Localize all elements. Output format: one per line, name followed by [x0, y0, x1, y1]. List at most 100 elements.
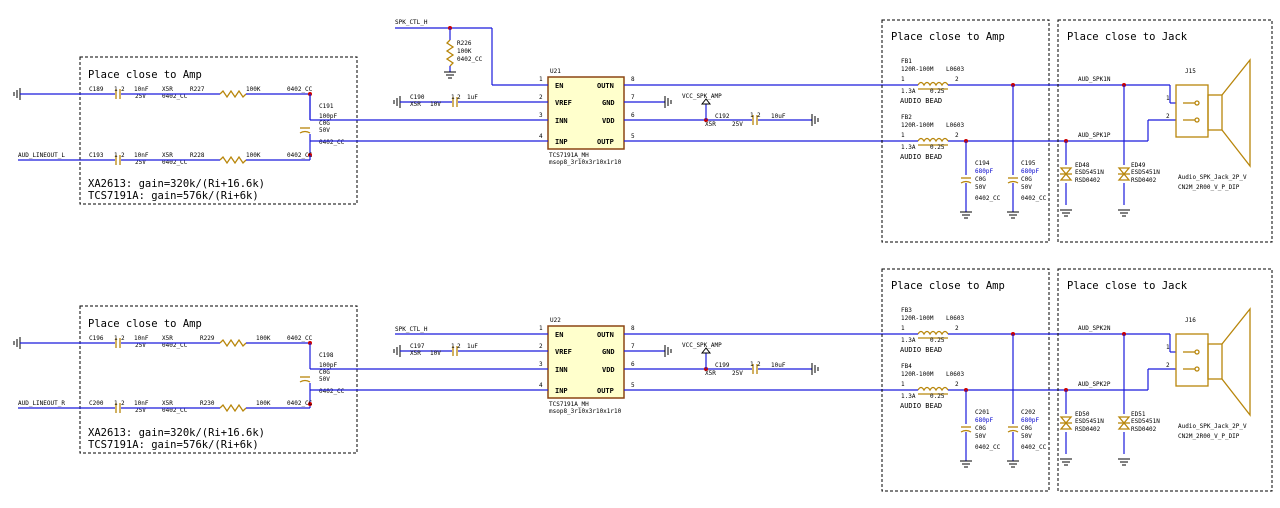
svg-text:2: 2: [121, 400, 125, 407]
u22-ref: U22: [550, 317, 561, 324]
svg-text:EN: EN: [555, 82, 563, 90]
r228-ref: R228: [190, 152, 205, 159]
svg-text:OUTN: OUTN: [597, 331, 614, 339]
svg-text:5: 5: [631, 133, 635, 140]
svg-text:100K: 100K: [457, 48, 472, 55]
svg-text:680pF: 680pF: [1021, 168, 1039, 175]
lineout-l-net: AUD_LINEOUT_L: [18, 152, 65, 159]
svg-text:2: 2: [121, 152, 125, 159]
svg-text:1: 1: [901, 381, 905, 388]
svg-text:AUDIO BEAD: AUDIO BEAD: [900, 346, 942, 354]
svg-text:50V: 50V: [1021, 184, 1032, 191]
u21-ref: U21: [550, 68, 561, 75]
svg-text:VREF: VREF: [555, 99, 572, 107]
c196-ref: C196: [89, 335, 104, 342]
c194-ref: C194: [975, 160, 990, 167]
svg-text:2: 2: [121, 86, 125, 93]
svg-text:GND: GND: [602, 348, 615, 356]
svg-text:0402_CC: 0402_CC: [287, 335, 313, 342]
svg-text:7: 7: [631, 343, 635, 350]
svg-text:INN: INN: [555, 366, 568, 374]
gain-note-tcs7191a: TCS7191A: gain=576k/(Ri+6k): [88, 190, 259, 202]
ground-symbol: [13, 87, 21, 101]
svg-text:1: 1: [451, 94, 455, 101]
c189-value: 10nF: [134, 86, 149, 93]
jack-zone-box: [1057, 19, 1273, 243]
svg-text:1uF: 1uF: [467, 94, 478, 101]
output-capacitor-symbol: [960, 426, 972, 433]
ground-symbol: [664, 344, 672, 358]
ground-symbol: [1006, 460, 1020, 468]
svg-text:0.25: 0.25: [930, 393, 945, 400]
ground-symbol: [1006, 211, 1020, 219]
svg-text:TCS7191A: gain=576k/(Ri+6k): TCS7191A: gain=576k/(Ri+6k): [88, 439, 259, 451]
input-resistor-symbol: [219, 90, 247, 98]
svg-text:TCS7191A_MH: TCS7191A_MH: [549, 401, 589, 408]
svg-text:EN: EN: [555, 331, 563, 339]
svg-text:L0603: L0603: [946, 66, 964, 73]
svg-text:OUTP: OUTP: [597, 387, 614, 395]
svg-text:X5R: X5R: [162, 86, 173, 93]
svg-text:VDD: VDD: [602, 117, 615, 125]
svg-text:10uF: 10uF: [771, 113, 786, 120]
diff-capacitor-symbol: [299, 376, 311, 383]
svg-text:CN2M_2R00_V_P_DIP: CN2M_2R00_V_P_DIP: [1178, 433, 1240, 440]
svg-text:2: 2: [757, 112, 761, 119]
gain-note-xa2613: XA2613: gain=320k/(Ri+16.6k): [88, 178, 265, 190]
svg-text:Place close to Amp: Place close to Amp: [891, 31, 1005, 43]
svg-text:0.25: 0.25: [930, 144, 945, 151]
svg-text:1.3A: 1.3A: [901, 144, 916, 151]
output-capacitor-symbol: [1007, 177, 1019, 184]
ground-symbol: [959, 211, 973, 219]
fb3-ref: FB3: [901, 307, 912, 314]
svg-text:120R-100M: 120R-100M: [901, 122, 934, 129]
svg-text:C0G: C0G: [975, 176, 986, 183]
svg-text:ESD5451N: ESD5451N: [1075, 169, 1104, 176]
output-capacitor-symbol: [1007, 426, 1019, 433]
svg-text:10V: 10V: [430, 350, 441, 357]
svg-text:L0603: L0603: [946, 315, 964, 322]
svg-text:INP: INP: [555, 387, 568, 395]
svg-text:2: 2: [539, 94, 543, 101]
r229-ref: R229: [200, 335, 215, 342]
svg-text:6: 6: [631, 112, 635, 119]
svg-text:6: 6: [631, 361, 635, 368]
svg-text:C0G: C0G: [319, 369, 330, 376]
svg-text:100pF: 100pF: [319, 362, 337, 369]
svg-text:3: 3: [539, 361, 543, 368]
svg-text:50V: 50V: [975, 433, 986, 440]
svg-text:INN: INN: [555, 117, 568, 125]
c190-ref: C190: [410, 94, 425, 101]
svg-text:10uF: 10uF: [771, 362, 786, 369]
c193-ref: C193: [89, 152, 104, 159]
svg-text:50V: 50V: [1021, 433, 1032, 440]
svg-text:120R-100M: 120R-100M: [901, 315, 934, 322]
svg-text:2: 2: [955, 381, 959, 388]
svg-text:1: 1: [539, 76, 543, 83]
fb1-ref: FB1: [901, 58, 912, 65]
svg-text:1: 1: [750, 112, 754, 119]
diff-capacitor-symbol: [299, 127, 311, 134]
svg-text:10nF: 10nF: [134, 335, 149, 342]
svg-text:Place close to Jack: Place close to Jack: [1067, 280, 1188, 292]
ed48-ref: ED48: [1075, 162, 1090, 169]
svg-text:8: 8: [631, 76, 635, 83]
svg-text:ESD5451N: ESD5451N: [1131, 169, 1160, 176]
svg-text:2: 2: [121, 335, 125, 342]
svg-text:L0603: L0603: [946, 122, 964, 129]
svg-text:AUDIO BEAD: AUDIO BEAD: [900, 97, 942, 105]
svg-text:2: 2: [955, 325, 959, 332]
svg-text:2: 2: [457, 343, 461, 350]
svg-text:50V: 50V: [975, 184, 986, 191]
svg-text:RSD0402: RSD0402: [1075, 426, 1101, 433]
svg-text:0402_CC: 0402_CC: [975, 444, 1001, 451]
svg-text:10nF: 10nF: [134, 152, 149, 159]
svg-text:2: 2: [1166, 113, 1170, 120]
ground-symbol: [13, 336, 21, 350]
svg-text:0402_CC: 0402_CC: [1021, 444, 1047, 451]
j16-ref: J16: [1185, 317, 1196, 324]
speaker-jack-j16: J16 Audio_SPK_Jack_2P_V CN2M_2R00_V_P_DI…: [1175, 307, 1251, 440]
r227-ref: R227: [190, 86, 205, 93]
svg-text:680pF: 680pF: [1021, 417, 1039, 424]
spk1p-net: AUD_SPK1P: [1078, 132, 1111, 139]
